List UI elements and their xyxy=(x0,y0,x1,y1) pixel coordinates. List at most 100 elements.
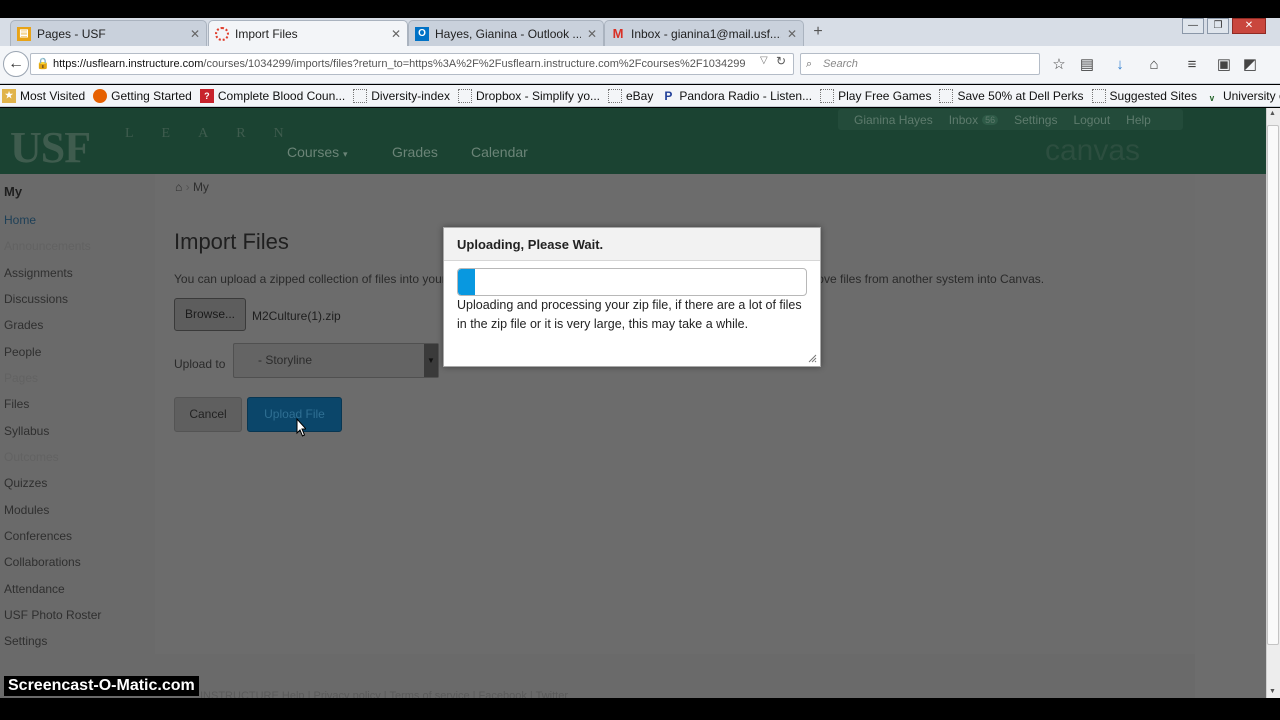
page-viewport: USF LEARN Courses ▾ Grades Calendar Gian… xyxy=(0,108,1266,698)
url-dropdown-icon[interactable]: ▽ xyxy=(760,55,768,66)
minimize-window-button[interactable]: — xyxy=(1182,18,1204,34)
upload-file-button[interactable]: Upload File xyxy=(247,397,342,432)
bookmark-label: Suggested Sites xyxy=(1109,88,1197,103)
left-nav-home[interactable]: Home xyxy=(4,213,36,227)
tab-pages-usf[interactable]: ▤ Pages - USF ✕ xyxy=(10,20,207,46)
menu-icon[interactable]: ≡ xyxy=(1180,54,1204,76)
tab-title: Pages - USF xyxy=(37,26,106,41)
logout-link[interactable]: Logout xyxy=(1073,113,1110,127)
close-tab-icon[interactable]: ✕ xyxy=(391,27,401,41)
close-tab-icon[interactable]: ✕ xyxy=(787,27,797,41)
back-button[interactable]: ← xyxy=(3,51,29,77)
bookmark-item[interactable]: ᵥ University of South Flo... xyxy=(1205,89,1280,103)
bookmark-label: Diversity-index xyxy=(371,88,450,103)
tab-gmail[interactable]: M Inbox - gianina1@mail.usf.... ✕ xyxy=(604,20,804,46)
restore-window-button[interactable]: ❐ xyxy=(1207,18,1229,34)
left-nav-files[interactable]: Files xyxy=(4,397,29,411)
dropdown-arrow-icon: ▼ xyxy=(424,344,438,377)
left-nav-attendance[interactable]: Attendance xyxy=(4,582,65,596)
url-bar[interactable]: 🔒 https://usflearn.instructure.com/cours… xyxy=(30,53,794,75)
tab-title: Inbox - gianina1@mail.usf.... xyxy=(631,26,781,41)
new-tab-button[interactable]: + xyxy=(808,22,828,42)
bookmark-item[interactable]: P Pandora Radio - Listen... xyxy=(661,89,812,103)
close-window-button[interactable]: ✕ xyxy=(1232,18,1266,34)
screenshot-extension-icon[interactable]: ◩ xyxy=(1238,54,1262,76)
bookmark-item[interactable]: Diversity-index xyxy=(353,88,450,103)
left-nav-announcements[interactable]: Announcements xyxy=(4,239,91,253)
tab-import-files[interactable]: Import Files ✕ xyxy=(208,20,408,47)
bookmark-item[interactable]: eBay xyxy=(608,88,653,103)
bookmark-label: Dropbox - Simplify yo... xyxy=(475,88,600,103)
left-nav-grades[interactable]: Grades xyxy=(4,318,43,332)
page-footer: INSTRUCTURE Help | Privacy policy | Term… xyxy=(200,690,569,698)
nav-grades[interactable]: Grades xyxy=(392,144,438,160)
selected-file-name: M2Culture(1).zip xyxy=(252,309,341,323)
nav-courses[interactable]: Courses ▾ xyxy=(287,144,348,160)
left-nav-people[interactable]: People xyxy=(4,345,41,359)
scroll-up-arrow-icon[interactable]: ▲ xyxy=(1269,110,1276,117)
home-icon[interactable]: ⌂ xyxy=(1142,54,1166,76)
bookmark-label: Pandora Radio - Listen... xyxy=(679,88,813,103)
bookmark-label: University of South Flo... xyxy=(1222,88,1280,103)
bookmark-item[interactable]: ? Complete Blood Coun... xyxy=(199,88,346,103)
left-nav-syllabus[interactable]: Syllabus xyxy=(4,424,49,438)
inbox-link[interactable]: Inbox xyxy=(949,113,978,127)
nav-calendar[interactable]: Calendar xyxy=(471,144,528,160)
folder-select-value: - Storyline xyxy=(258,353,313,367)
folder-select[interactable]: - Storyline ▼ xyxy=(233,343,439,378)
browse-button[interactable]: Browse... xyxy=(174,298,246,331)
scrollbar-thumb[interactable] xyxy=(1267,125,1279,645)
pandora-icon: P xyxy=(664,88,673,103)
left-nav-photo-roster[interactable]: USF Photo Roster xyxy=(4,608,101,622)
left-nav-quizzes[interactable]: Quizzes xyxy=(4,476,47,490)
close-tab-icon[interactable]: ✕ xyxy=(190,27,200,41)
inbox-count-badge: 56 xyxy=(982,114,999,125)
bookmark-star-icon[interactable]: ☆ xyxy=(1047,54,1071,76)
bookmark-item[interactable]: Dropbox - Simplify yo... xyxy=(457,88,600,103)
learn-logo-text: LEARN xyxy=(125,126,312,141)
firefox-icon xyxy=(93,88,108,103)
left-nav-outcomes[interactable]: Outcomes xyxy=(4,450,59,464)
canvas-header: USF LEARN Courses ▾ Grades Calendar Gian… xyxy=(0,108,1266,174)
bookmark-item[interactable]: ★ Most Visited xyxy=(2,88,85,103)
gmail-favicon-icon: M xyxy=(612,26,624,41)
left-nav-pages[interactable]: Pages xyxy=(4,371,38,385)
bookmark-item[interactable]: Play Free Games xyxy=(820,88,931,103)
url-path: /courses/1034299/imports/files?return_to… xyxy=(203,58,746,70)
blank-page-icon xyxy=(1091,88,1106,103)
blank-page-icon xyxy=(939,88,954,103)
left-nav-conferences[interactable]: Conferences xyxy=(4,529,72,543)
reading-list-icon[interactable]: ▤ xyxy=(1075,54,1099,76)
dialog-message: Uploading and processing your zip file, … xyxy=(457,298,802,331)
chevron-right-icon: › xyxy=(185,180,190,194)
resize-grip-icon[interactable] xyxy=(808,354,817,363)
scroll-down-arrow-icon[interactable]: ▼ xyxy=(1269,688,1276,695)
left-nav-discussions[interactable]: Discussions xyxy=(4,292,68,306)
left-nav-settings[interactable]: Settings xyxy=(4,634,47,648)
left-nav-modules[interactable]: Modules xyxy=(4,503,49,517)
help-link[interactable]: Help xyxy=(1126,113,1151,127)
upload-progress-dialog: Uploading, Please Wait. Uploading and pr… xyxy=(443,227,821,367)
tab-outlook[interactable]: O Hayes, Gianina - Outlook ... ✕ xyxy=(408,20,604,46)
breadcrumb: ⌂ › My xyxy=(175,180,209,194)
bookmark-item[interactable]: Suggested Sites xyxy=(1091,88,1197,103)
left-nav-assignments[interactable]: Assignments xyxy=(4,266,73,280)
bookmark-item[interactable]: Save 50% at Dell Perks xyxy=(939,88,1084,103)
downloads-icon[interactable]: ↓ xyxy=(1108,54,1132,76)
reload-icon[interactable]: ↻ xyxy=(776,54,786,68)
bookmark-item[interactable]: Getting Started xyxy=(93,88,192,103)
bookmark-label: Complete Blood Coun... xyxy=(217,88,346,103)
bookmarks-toolbar: ★ Most Visited Getting Started ? Complete … xyxy=(0,85,1280,107)
extension-icon[interactable]: ▣ xyxy=(1212,54,1236,76)
usf-logo[interactable]: USF xyxy=(10,122,91,173)
user-name-link[interactable]: Gianina Hayes xyxy=(854,113,933,127)
home-icon[interactable]: ⌂ xyxy=(175,180,182,194)
url-host: https://usflearn.instructure.com xyxy=(53,58,204,70)
left-nav-collaborations[interactable]: Collaborations xyxy=(4,555,81,569)
cancel-button[interactable]: Cancel xyxy=(174,397,242,432)
settings-link[interactable]: Settings xyxy=(1014,113,1057,127)
breadcrumb-course[interactable]: My xyxy=(193,180,209,194)
search-input[interactable]: ⌕ Search xyxy=(800,53,1040,75)
mouse-cursor-icon xyxy=(296,418,306,437)
close-tab-icon[interactable]: ✕ xyxy=(587,27,597,41)
